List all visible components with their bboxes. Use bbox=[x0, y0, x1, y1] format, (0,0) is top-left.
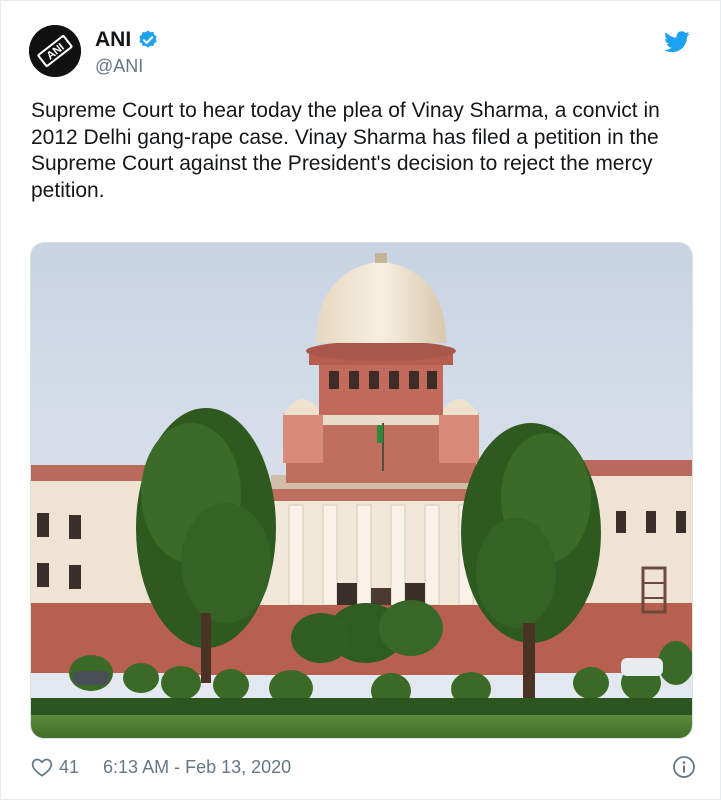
heart-icon[interactable] bbox=[31, 757, 53, 777]
tweet-text: Supreme Court to hear today the plea of … bbox=[31, 99, 660, 202]
like-count: 41 bbox=[59, 756, 80, 777]
supreme-court-photo bbox=[31, 243, 692, 738]
info-icon[interactable] bbox=[672, 755, 696, 779]
timestamp[interactable]: 6:13 AM - Feb 13, 2020 bbox=[103, 757, 672, 778]
handle[interactable]: @ANI bbox=[95, 55, 159, 77]
avatar[interactable]: ANI bbox=[29, 25, 81, 77]
verified-badge-icon bbox=[139, 30, 157, 48]
ani-logo-icon: ANI bbox=[29, 25, 81, 77]
author-block: ANI @ANI bbox=[95, 27, 159, 77]
display-name-row: ANI bbox=[95, 27, 159, 53]
tweet-image[interactable] bbox=[30, 242, 693, 739]
display-name[interactable]: ANI bbox=[95, 27, 131, 53]
tweet-footer: 41 6:13 AM - Feb 13, 2020 bbox=[31, 753, 696, 781]
tweet-card: ANI ANI @ANI Supreme Court to hear today… bbox=[0, 0, 721, 800]
twitter-bird-icon[interactable] bbox=[664, 31, 690, 53]
